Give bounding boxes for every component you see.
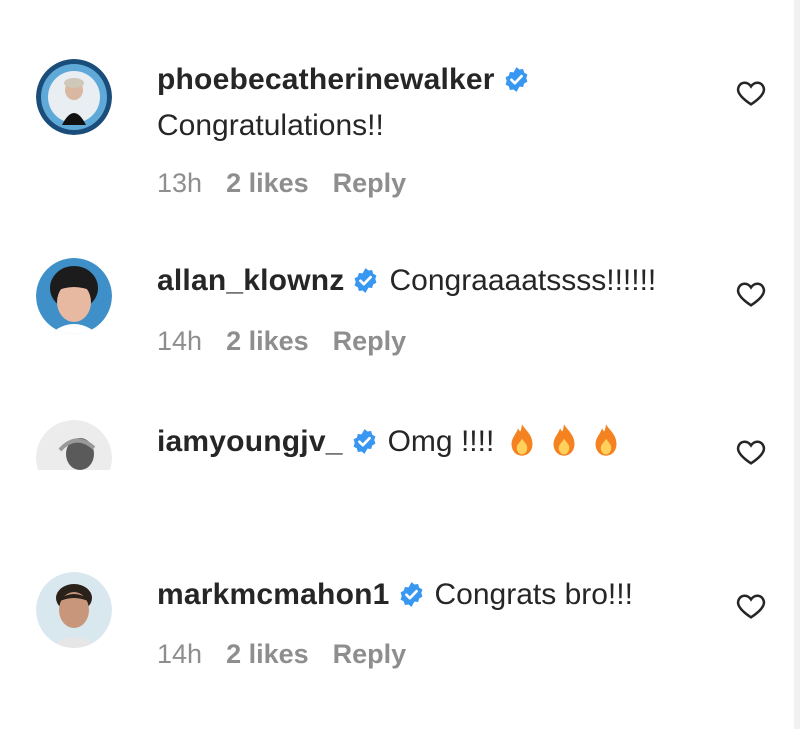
like-heart-icon[interactable]: [735, 278, 767, 310]
scrollbar[interactable]: [794, 0, 800, 729]
avatar[interactable]: [36, 258, 112, 334]
fire-icon: [550, 423, 578, 457]
comment-item: allan_klownz Congraaaatssss!!!!!! 14h 2 li…: [0, 230, 800, 390]
like-heart-icon[interactable]: [735, 590, 767, 622]
reply-button[interactable]: Reply: [333, 326, 407, 356]
verified-badge-icon: [352, 267, 379, 294]
verified-badge-icon: [398, 581, 425, 608]
fire-icon: [508, 423, 536, 457]
comment-text: Omg !!!!: [387, 425, 495, 458]
comment-time[interactable]: 14h: [157, 639, 202, 669]
like-heart-icon[interactable]: [735, 77, 767, 109]
comment-header: allan_klownz Congraaaatssss!!!!!!: [157, 263, 656, 299]
comment-time[interactable]: 14h: [157, 326, 202, 356]
comment-meta: 13h 2 likes Reply: [157, 167, 430, 199]
username[interactable]: iamyoungjv_: [157, 425, 343, 458]
comment-time[interactable]: 13h: [157, 168, 202, 198]
verified-badge-icon: [351, 428, 378, 455]
comment-header: markmcmahon1 Congrats bro!!!: [157, 577, 633, 613]
verified-badge-icon: [503, 66, 530, 93]
comment-item: iamyoungjv_ Omg !!!!: [0, 390, 800, 496]
comment-likes[interactable]: 2 likes: [226, 326, 309, 356]
comment-text: Congraaaatssss!!!!!!: [389, 264, 657, 297]
comment-text: Congrats bro!!!: [434, 578, 633, 611]
comment-meta: 14h 2 likes Reply: [157, 638, 430, 670]
comment-likes[interactable]: 2 likes: [226, 639, 309, 669]
comment-item: markmcmahon1 Congrats bro!!! 14h 2 likes Re…: [0, 560, 800, 729]
comment-header: phoebecatherinewalker: [157, 62, 540, 98]
username[interactable]: allan_klownz: [157, 264, 344, 297]
reply-button[interactable]: Reply: [333, 168, 407, 198]
comment-likes[interactable]: 2 likes: [226, 168, 309, 198]
comment-header: iamyoungjv_ Omg !!!!: [157, 423, 620, 460]
reply-button[interactable]: Reply: [333, 639, 407, 669]
comment-item: phoebecatherinewalker Congratulations!! …: [0, 0, 800, 230]
clipped-region: [0, 470, 800, 565]
username[interactable]: markmcmahon1: [157, 578, 390, 611]
comment-meta: 14h 2 likes Reply: [157, 325, 430, 357]
fire-icon: [592, 423, 620, 457]
like-heart-icon[interactable]: [735, 436, 767, 468]
avatar[interactable]: [36, 572, 112, 648]
comment-text: Congratulations!!: [157, 109, 384, 142]
username[interactable]: phoebecatherinewalker: [157, 63, 495, 96]
avatar[interactable]: [36, 59, 112, 135]
